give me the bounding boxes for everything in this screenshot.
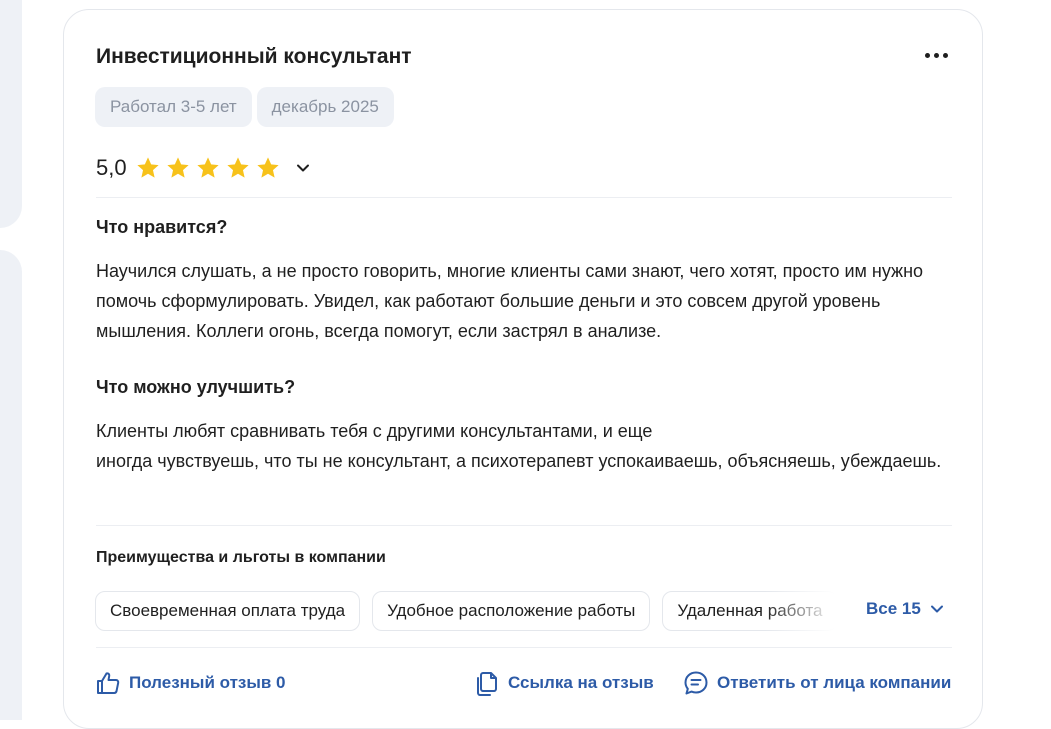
helpful-review-label: Полезный отзыв 0 bbox=[129, 673, 286, 692]
star-icon bbox=[166, 157, 189, 178]
rating-value: 5,0 bbox=[96, 155, 127, 180]
thumbs-up-icon bbox=[97, 672, 120, 694]
more-dot bbox=[933, 52, 939, 58]
left-sidebar-panel-top bbox=[0, 0, 22, 228]
experience-tag: Работал 3-5 лет bbox=[95, 87, 252, 127]
star-icon bbox=[196, 157, 219, 178]
divider bbox=[96, 647, 952, 648]
review-card: Инвестиционный консультант Работал 3-5 л… bbox=[63, 9, 983, 729]
chevron-down-icon[interactable] bbox=[295, 160, 311, 176]
copy-icon bbox=[477, 672, 497, 696]
star-icon bbox=[226, 157, 249, 178]
divider bbox=[96, 525, 952, 526]
chat-bubble-icon bbox=[684, 671, 708, 695]
benefits-heading: Преимущества и льготы в компании bbox=[96, 549, 386, 566]
date-tag: декабрь 2025 bbox=[256, 87, 394, 127]
more-dot bbox=[942, 52, 948, 58]
all-benefits-label: Все 15 bbox=[866, 599, 921, 618]
reply-as-company-button[interactable]: Ответить от лица компании bbox=[683, 670, 951, 696]
divider bbox=[96, 197, 952, 198]
left-sidebar-panel-bottom bbox=[0, 250, 22, 720]
more-options-button[interactable] bbox=[916, 40, 956, 70]
rating-row: 5,0 bbox=[96, 155, 311, 181]
benefit-chip[interactable]: Удаленная работа bbox=[662, 591, 835, 631]
review-link-label: Ссылка на отзыв bbox=[508, 673, 654, 692]
review-meta-tags: Работал 3-5 лет декабрь 2025 bbox=[95, 87, 394, 127]
benefit-chip[interactable]: Удобное расположение работы bbox=[372, 591, 651, 631]
helpful-review-button[interactable]: Полезный отзыв 0 bbox=[95, 670, 286, 696]
review-job-title: Инвестиционный консультант bbox=[96, 45, 412, 68]
likes-text: Научился слушать, а не просто говорить, … bbox=[96, 261, 924, 341]
reply-as-company-label: Ответить от лица компании bbox=[717, 673, 952, 692]
all-benefits-button[interactable]: Все 15 bbox=[866, 599, 945, 619]
benefits-list: Своевременная оплата труда Удобное распо… bbox=[95, 591, 835, 633]
likes-heading: Что нравится? bbox=[96, 217, 228, 237]
review-link-button[interactable]: Ссылка на отзыв bbox=[474, 670, 654, 696]
star-icon bbox=[136, 157, 159, 178]
star-icon bbox=[256, 157, 279, 178]
review-actions: Полезный отзыв 0 Ссылка на отзыв Ответит… bbox=[64, 670, 982, 702]
improve-text: Клиенты любят сравнивать тебя с другими … bbox=[96, 421, 942, 471]
chevron-down-icon bbox=[930, 605, 943, 613]
more-dots-icon bbox=[924, 52, 930, 58]
rating-stars bbox=[135, 155, 281, 181]
improve-heading: Что можно улучшить? bbox=[96, 377, 296, 397]
benefit-chip[interactable]: Своевременная оплата труда bbox=[95, 591, 361, 631]
